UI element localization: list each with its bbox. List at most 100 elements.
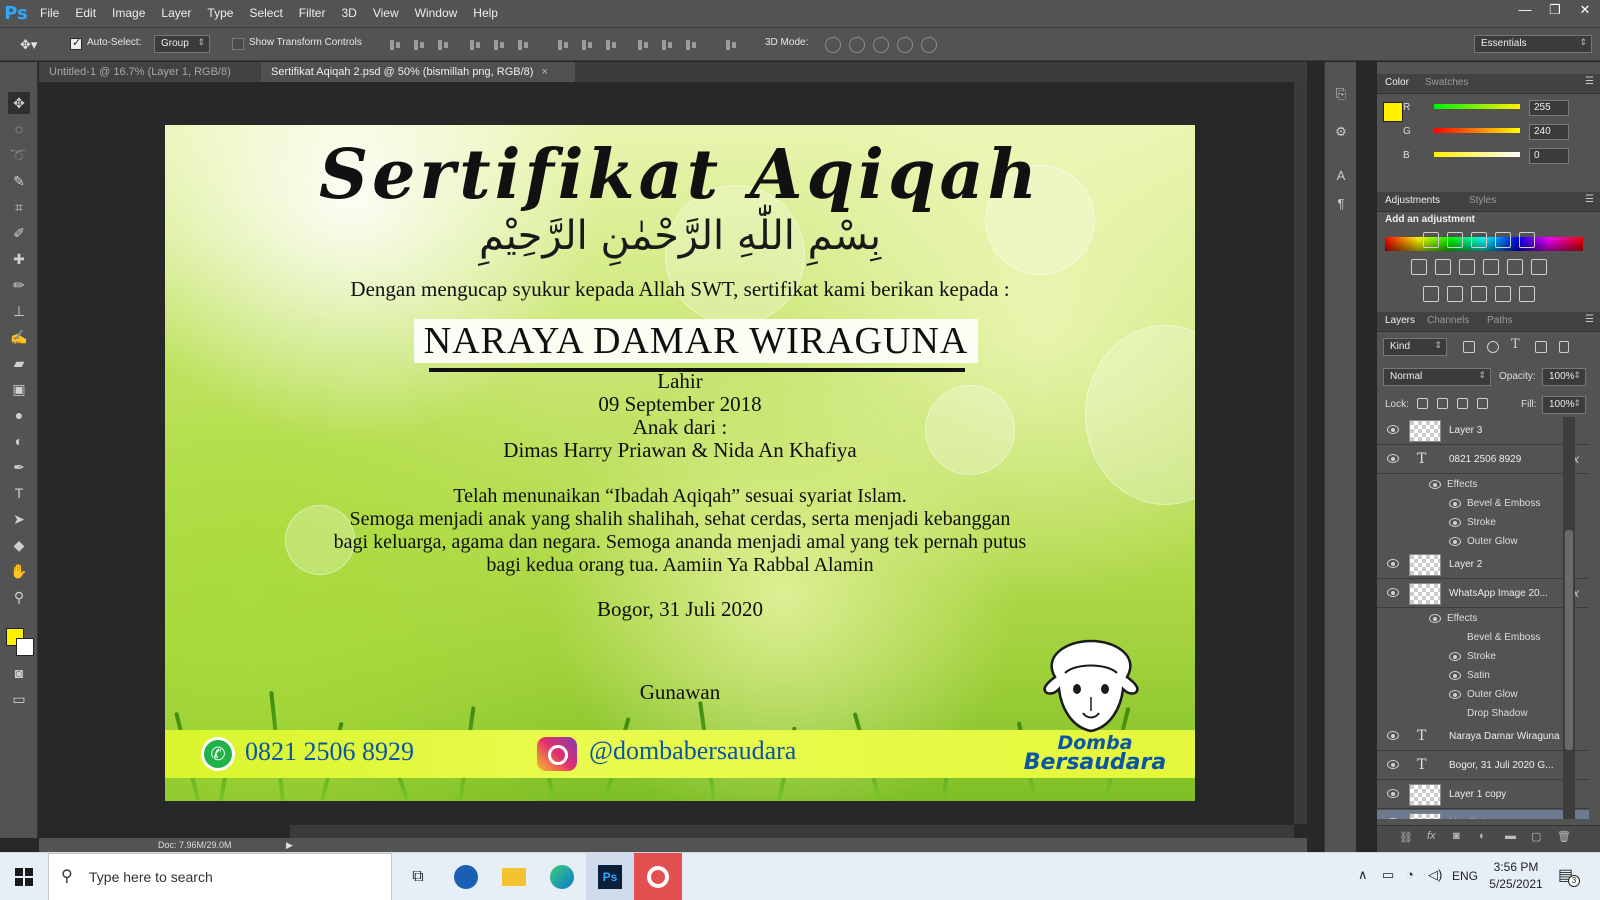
workspace-dropdown[interactable]: Essentials <box>1474 35 1592 53</box>
visibility-eye-icon[interactable] <box>1449 537 1461 546</box>
move-tool-icon[interactable]: ✥▾ <box>20 37 37 53</box>
g-value-input[interactable]: 240 <box>1529 124 1569 140</box>
tab-layers[interactable]: Layers <box>1385 315 1415 326</box>
menu-window[interactable]: Window <box>407 0 466 27</box>
menu-type[interactable]: Type <box>199 0 241 27</box>
layer-effect-row[interactable]: Drop Shadow <box>1377 704 1589 723</box>
lock-pixels-icon[interactable] <box>1437 398 1448 409</box>
tab-styles[interactable]: Styles <box>1469 195 1496 206</box>
auto-select-dropdown[interactable]: Group <box>154 35 210 53</box>
move-tool-icon[interactable]: ✥ <box>8 92 30 114</box>
visibility-eye-icon[interactable] <box>1449 690 1461 699</box>
filter-type-icon[interactable]: T <box>1511 337 1520 352</box>
blur-tool-icon[interactable]: ● <box>8 404 30 426</box>
menu-help[interactable]: Help <box>465 0 506 27</box>
properties-panel-icon[interactable]: ⚙ <box>1333 124 1349 140</box>
lasso-tool-icon[interactable]: ➰ <box>8 144 30 166</box>
layer-row[interactable]: T Bogor, 31 Juli 2020 G... <box>1377 752 1589 780</box>
path-select-icon[interactable]: ➤ <box>8 508 30 530</box>
type-tool-icon[interactable]: T <box>8 482 30 504</box>
distribute-vcenter-icon[interactable] <box>580 38 594 52</box>
filter-pixel-icon[interactable] <box>1463 341 1475 353</box>
tab-channels[interactable]: Channels <box>1427 315 1469 326</box>
taskbar-search[interactable]: ⚲ Type here to search <box>48 853 392 900</box>
photoshop-taskbar-icon[interactable]: Ps <box>586 853 634 900</box>
visibility-eye-icon[interactable] <box>1387 454 1399 463</box>
lock-all-icon[interactable] <box>1477 398 1488 409</box>
menu-edit[interactable]: Edit <box>67 0 104 27</box>
panel-menu-icon[interactable]: ☰ <box>1585 314 1594 325</box>
color-lookup-icon[interactable] <box>1531 259 1547 275</box>
layer-effect-row[interactable]: Effects <box>1377 609 1589 628</box>
color-balance-icon[interactable] <box>1435 259 1451 275</box>
align-right-icon[interactable] <box>516 38 530 52</box>
history-panel-icon[interactable]: ⎘ <box>1333 86 1349 102</box>
fill-input[interactable]: 100% <box>1542 396 1586 414</box>
task-view-icon[interactable]: ⧉ <box>394 853 442 900</box>
visibility-eye-icon[interactable] <box>1387 760 1399 769</box>
visibility-eye-icon[interactable] <box>1449 671 1461 680</box>
brightness-icon[interactable] <box>1423 232 1439 248</box>
input-language[interactable]: ENG <box>1452 869 1478 883</box>
layer-effect-row[interactable]: Stroke <box>1377 647 1589 666</box>
battery-icon[interactable]: ▭ <box>1382 867 1394 883</box>
file-explorer-icon[interactable] <box>490 853 538 900</box>
visibility-eye-icon[interactable] <box>1449 518 1461 527</box>
r-slider[interactable] <box>1434 104 1520 109</box>
visibility-eye-icon[interactable] <box>1429 480 1441 489</box>
doc-size-status[interactable]: Doc: 7.96M/29.0M <box>158 838 232 852</box>
layer-row[interactable]: T0821 2506 8929fx <box>1377 446 1589 474</box>
show-transform-checkbox[interactable] <box>232 38 244 50</box>
screen-mode-icon[interactable]: ▭ <box>8 688 30 710</box>
tab-sertifikat[interactable]: Sertifikat Aqiqah 2.psd @ 50% (bismillah… <box>261 62 575 82</box>
history-brush-icon[interactable]: ✍ <box>8 326 30 348</box>
filter-shape-icon[interactable] <box>1535 341 1547 353</box>
start-button[interactable] <box>0 853 48 900</box>
horizontal-scrollbar[interactable] <box>290 825 1294 838</box>
visibility-eye-icon[interactable] <box>1429 614 1441 623</box>
3d-rotate-icon[interactable] <box>825 37 841 53</box>
layers-scrollbar-thumb[interactable] <box>1565 530 1573 750</box>
layer-effect-row[interactable]: Effects <box>1377 475 1589 494</box>
align-bottom-icon[interactable] <box>436 38 450 52</box>
tray-overflow-icon[interactable]: ∧ <box>1358 867 1368 883</box>
layer-effect-row[interactable]: Bevel & Emboss <box>1377 494 1589 513</box>
clock[interactable]: 3:56 PM 5/25/2021 <box>1484 859 1548 893</box>
layer-row[interactable]: T Naraya Damar Wiraguna <box>1377 723 1589 751</box>
align-vcenter-icon[interactable] <box>412 38 426 52</box>
tab-swatches[interactable]: Swatches <box>1425 77 1468 88</box>
add-mask-icon[interactable]: ◙ <box>1453 830 1460 842</box>
certificate-canvas[interactable]: Sertifikat Aqiqah بِسْمِ اللّٰهِ الرَّحْ… <box>165 125 1195 801</box>
blend-mode-dropdown[interactable]: Normal <box>1383 368 1491 386</box>
b-value-input[interactable]: 0 <box>1529 148 1569 164</box>
align-top-icon[interactable] <box>388 38 402 52</box>
dodge-tool-icon[interactable]: ◐ <box>8 430 30 452</box>
new-group-icon[interactable]: ▬ <box>1505 830 1516 842</box>
quick-mask-icon[interactable]: ◙ <box>8 662 30 684</box>
curves-icon[interactable] <box>1471 232 1487 248</box>
eraser-tool-icon[interactable]: ▰ <box>8 352 30 374</box>
visibility-eye-icon[interactable] <box>1449 652 1461 661</box>
menu-filter[interactable]: Filter <box>291 0 334 27</box>
3d-pan-icon[interactable] <box>873 37 889 53</box>
clone-stamp-icon[interactable]: ⊥ <box>8 300 30 322</box>
quick-select-tool-icon[interactable]: ✎ <box>8 170 30 192</box>
lock-transparent-icon[interactable] <box>1417 398 1428 409</box>
layer-row[interactable]: Layer 2 <box>1377 551 1589 579</box>
eyedropper-tool-icon[interactable]: ✐ <box>8 222 30 244</box>
auto-select-checkbox[interactable] <box>70 36 82 50</box>
photo-filter-icon[interactable] <box>1483 259 1499 275</box>
visibility-eye-icon[interactable] <box>1387 789 1399 798</box>
gradient-map-icon[interactable] <box>1519 286 1535 302</box>
align-hcenter-icon[interactable] <box>492 38 506 52</box>
distribute-left-icon[interactable] <box>636 38 650 52</box>
visibility-eye-icon[interactable] <box>1387 588 1399 597</box>
threshold-icon[interactable] <box>1471 286 1487 302</box>
filter-adjustment-icon[interactable] <box>1487 341 1499 353</box>
menu-select[interactable]: Select <box>241 0 290 27</box>
hand-tool-icon[interactable]: ✋ <box>8 560 30 582</box>
visibility-eye-icon[interactable] <box>1387 425 1399 434</box>
close-tab-icon[interactable]: × <box>541 66 547 78</box>
panel-menu-icon[interactable]: ☰ <box>1585 76 1594 87</box>
layer-effect-row[interactable]: Outer Glow <box>1377 685 1589 704</box>
